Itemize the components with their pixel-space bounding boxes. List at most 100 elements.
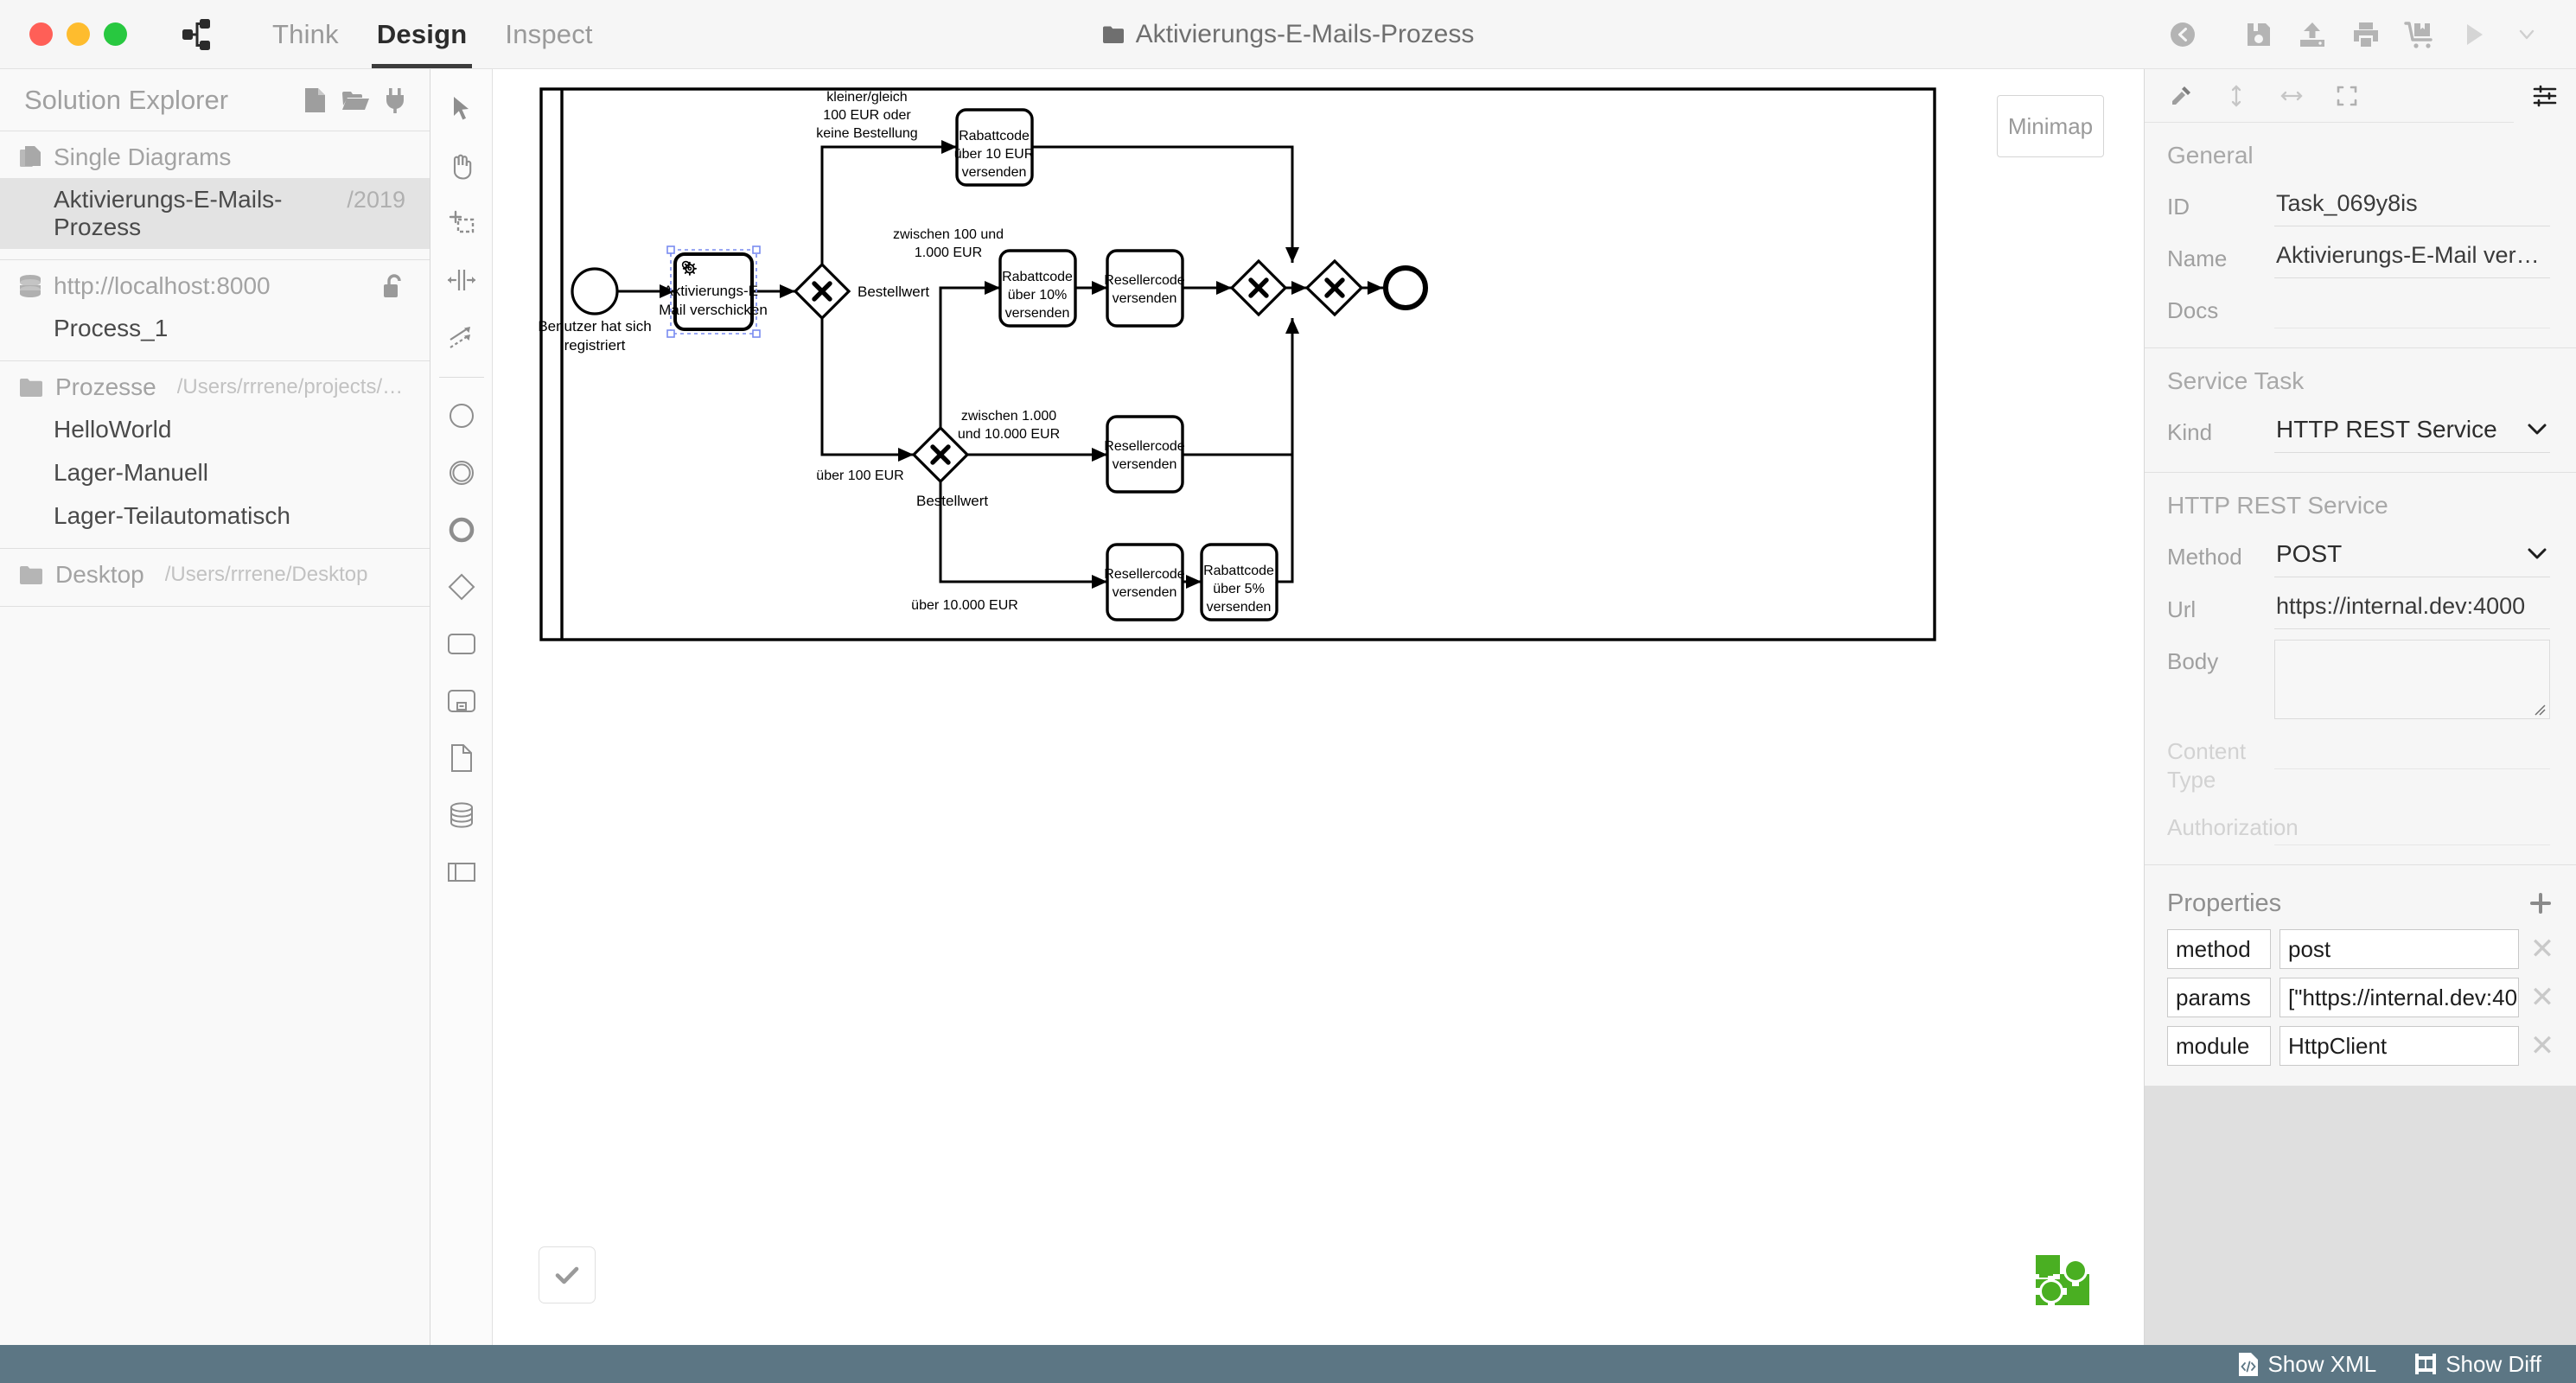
bpmn-gateway-merge-2[interactable] — [1304, 258, 1364, 317]
property-value-input[interactable]: post — [2280, 928, 2519, 969]
tool-data-object-icon[interactable] — [434, 730, 489, 786]
run-dropdown-button[interactable] — [2500, 8, 2554, 61]
remove-property-icon[interactable]: ✕ — [2528, 934, 2557, 964]
print-button[interactable] — [2339, 8, 2393, 61]
folder-icon — [1102, 25, 1125, 44]
zoom-window-button[interactable] — [104, 22, 127, 46]
remove-property-icon[interactable]: ✕ — [2528, 983, 2557, 1012]
tool-task-rect-icon[interactable] — [434, 616, 489, 672]
tool-connect-arrows-icon[interactable] — [434, 309, 489, 365]
bpmn-task-rabattcode-10prozent[interactable]: Rabattcode über 10% versenden — [998, 249, 1077, 328]
tool-data-store-icon[interactable] — [434, 787, 489, 843]
sidebar-group-header[interactable]: Single Diagrams — [0, 131, 430, 178]
method-select[interactable]: POST — [2274, 535, 2550, 577]
sidebar-item-lager-manuell[interactable]: Lager-Manuell — [0, 451, 430, 494]
tab-inspect[interactable]: Inspect — [486, 0, 611, 68]
validate-button[interactable] — [539, 1246, 596, 1303]
bpmn-gateway-merge-1[interactable] — [1229, 258, 1288, 317]
bpmn-start-event[interactable] — [571, 267, 619, 315]
plug-icon[interactable] — [385, 87, 405, 113]
sidebar-group-header[interactable]: Desktop /Users/rrrene/Desktop — [0, 549, 430, 596]
properties-collapse-button[interactable] — [2514, 69, 2576, 123]
add-property-button[interactable] — [2528, 890, 2554, 916]
flow-label-c-line2: 1.000 EUR — [915, 245, 982, 260]
back-button[interactable] — [2156, 8, 2209, 61]
tab-design[interactable]: Design — [358, 0, 487, 68]
content-type-field[interactable] — [2274, 730, 2550, 769]
title-bar: Think Design Inspect Aktivierungs-E-Mail… — [0, 0, 2576, 69]
bpmn-task-resellercode-2[interactable]: Resellercode versenden — [1104, 415, 1185, 494]
show-diff-button[interactable]: Show Diff — [2414, 1351, 2541, 1378]
sidebar-group-prozesse: Prozesse /Users/rrrene/projects/pe… Hell… — [0, 361, 430, 549]
upload-button[interactable] — [2286, 8, 2339, 61]
bpmn-task-resellercode-1[interactable]: Resellercode versenden — [1104, 249, 1185, 328]
sidebar-item-process-1[interactable]: Process_1 — [0, 307, 430, 350]
property-key-input[interactable]: method — [2167, 928, 2271, 969]
bpmn-end-event[interactable] — [1383, 265, 1428, 310]
tool-space-icon[interactable] — [434, 252, 489, 308]
tool-start-event-icon[interactable] — [434, 388, 489, 443]
section-general: General ID Task_069y8is Name Aktivierung… — [2145, 123, 2576, 348]
bpmn-task-rabattcode-5prozent[interactable]: Rabattcode über 5% versenden — [1200, 543, 1278, 621]
bpmn-gateway-bestellwert-1[interactable] — [793, 262, 851, 321]
url-field[interactable]: https://internal.dev:4000 — [2274, 588, 2550, 629]
processcube-logo[interactable] — [2031, 1250, 2095, 1310]
resize-grip-icon[interactable] — [2531, 701, 2547, 717]
show-xml-button[interactable]: Show XML — [2238, 1351, 2376, 1378]
arrows-vertical-icon[interactable] — [2212, 73, 2260, 118]
tool-hand-icon[interactable] — [434, 138, 489, 194]
tool-intermediate-event-icon[interactable] — [434, 445, 489, 500]
bpmn-task-resellercode-3[interactable]: Resellercode versenden — [1104, 543, 1185, 621]
name-field[interactable]: Aktivierungs-E-Mail verschicken — [2274, 237, 2550, 278]
tool-select-icon[interactable] — [434, 81, 489, 137]
unlocked-icon[interactable] — [383, 273, 405, 299]
sidebar-item-lager-teilautomatisch[interactable]: Lager-Teilautomatisch — [0, 494, 430, 538]
tool-end-event-icon[interactable] — [434, 502, 489, 558]
eyedropper-icon[interactable] — [2157, 73, 2205, 118]
bpmn-task-aktivierungs-email[interactable]: Aktivierungs-E- Mail verschicken — [659, 252, 768, 331]
tab-think[interactable]: Think — [253, 0, 358, 68]
id-field[interactable]: Task_069y8is — [2274, 185, 2550, 226]
bpmn-task-rabattcode-10eur[interactable]: Rabattcode über 10 EUR versenden — [954, 108, 1035, 187]
remove-property-icon[interactable]: ✕ — [2528, 1031, 2557, 1061]
field-label: Body — [2167, 648, 2219, 674]
tool-subprocess-icon[interactable] — [434, 673, 489, 729]
body-textarea[interactable] — [2274, 640, 2550, 719]
sidebar-group-single-diagrams: Single Diagrams Aktivierungs-E-Mails-Pro… — [0, 131, 430, 260]
close-window-button[interactable] — [29, 22, 53, 46]
field-label: Url — [2167, 596, 2197, 622]
sidebar-item-aktivierungs-e-mails-prozess[interactable]: Aktivierungs-E-Mails-Prozess /2019 — [0, 178, 430, 249]
task-label-line2: versenden — [1113, 585, 1177, 600]
property-value-input[interactable]: HttpClient — [2280, 1025, 2519, 1066]
expand-frame-icon[interactable] — [2323, 73, 2371, 118]
database-icon — [19, 274, 41, 298]
minimize-window-button[interactable] — [67, 22, 90, 46]
app-logo-icon — [181, 0, 220, 68]
docs-field[interactable] — [2274, 289, 2550, 328]
section-properties: Properties method post ✕ params ["https:… — [2145, 865, 2576, 1086]
tool-pool-icon[interactable] — [434, 844, 489, 900]
sidebar-group-header[interactable]: http://localhost:8000 — [0, 260, 430, 307]
bpmn-canvas[interactable]: Minimap Benutzer hat sich registriert Ak… — [493, 69, 2144, 1345]
sidebar-group-localhost: http://localhost:8000 Process_1 — [0, 260, 430, 361]
tool-gateway-diamond-icon[interactable] — [434, 559, 489, 615]
arrows-horizontal-icon[interactable] — [2267, 73, 2316, 118]
tool-lasso-select-icon[interactable] — [434, 195, 489, 251]
kind-select[interactable]: HTTP REST Service — [2274, 411, 2550, 453]
new-file-icon[interactable] — [303, 87, 326, 113]
sidebar-group-header[interactable]: Prozesse /Users/rrrene/projects/pe… — [0, 361, 430, 408]
authorization-field[interactable] — [2274, 806, 2550, 845]
folder-open-icon[interactable] — [341, 89, 369, 112]
save-button[interactable] — [2232, 8, 2286, 61]
task-label-line1: Rabattcode — [959, 129, 1030, 143]
traffic-lights — [0, 0, 127, 68]
bpmn-diagram[interactable]: Benutzer hat sich registriert Aktivierun… — [493, 69, 2144, 1297]
property-key-input[interactable]: params — [2167, 977, 2271, 1017]
property-value-input[interactable]: ["https://internal.dev:400 — [2280, 977, 2519, 1017]
sidebar-item-helloworld[interactable]: HelloWorld — [0, 408, 430, 451]
property-key-input[interactable]: module — [2167, 1025, 2271, 1066]
task-label-line1: Rabattcode — [1002, 270, 1073, 284]
deploy-cart-button[interactable] — [2393, 8, 2446, 61]
run-button[interactable] — [2446, 8, 2500, 61]
task-label-line3: versenden — [962, 165, 1027, 180]
